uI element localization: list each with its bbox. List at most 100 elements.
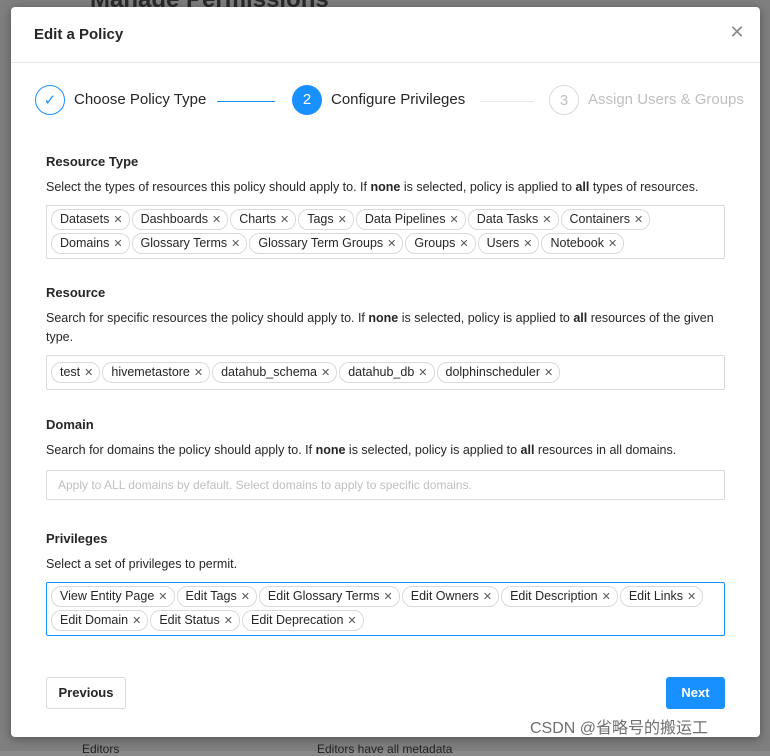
step-connector: [480, 101, 534, 102]
selected-tag: Edit Owners ✕: [401, 586, 500, 607]
selected-tag: Edit Links ✕: [619, 586, 704, 607]
selected-tag: dolphinscheduler ✕: [436, 362, 561, 383]
selected-tag: Containers ✕: [560, 209, 651, 230]
remove-tag-icon[interactable]: ✕: [449, 211, 458, 230]
tag-label: View Entity Page: [60, 589, 155, 603]
selected-tag: Notebook ✕: [541, 233, 625, 254]
step-connector: [217, 101, 275, 102]
domain-select[interactable]: Apply to ALL domains by default. Select …: [46, 470, 725, 500]
step-2-label: Configure Privileges: [331, 91, 466, 108]
remove-tag-icon[interactable]: ✕: [280, 211, 289, 230]
tag-label: Dashboards: [140, 212, 208, 226]
step-1-label[interactable]: Choose Policy Type: [74, 91, 206, 108]
selected-tag: Charts ✕: [230, 209, 297, 230]
previous-button[interactable]: Previous: [46, 677, 126, 709]
resource-select[interactable]: test ✕ hivemetastore ✕ datahub_schema ✕ datahu…: [46, 355, 725, 390]
privileges-description: Select a set of privileges to permit.: [46, 557, 238, 571]
selected-tag: Edit Status ✕: [150, 610, 240, 631]
tag-label: test: [60, 365, 81, 379]
remove-tag-icon[interactable]: ✕: [84, 364, 93, 383]
remove-tag-icon[interactable]: ✕: [387, 235, 396, 254]
remove-tag-icon[interactable]: ✕: [338, 211, 347, 230]
remove-tag-icon[interactable]: ✕: [542, 211, 551, 230]
remove-tag-icon[interactable]: ✕: [523, 235, 532, 254]
background-row-label: Editors: [82, 742, 120, 756]
tag-label: Containers: [569, 212, 630, 226]
tag-label: Edit Status: [159, 613, 220, 627]
remove-tag-icon[interactable]: ✕: [113, 211, 122, 230]
selected-tag: Edit Domain ✕: [51, 610, 149, 631]
next-button[interactable]: Next: [666, 677, 725, 709]
selected-tag: test ✕: [51, 362, 101, 383]
tag-label: dolphinscheduler: [445, 365, 541, 379]
remove-tag-icon[interactable]: ✕: [241, 588, 250, 607]
selected-tag: Domains ✕: [51, 233, 130, 254]
tag-label: Edit Deprecation: [250, 613, 344, 627]
tag-label: Data Tasks: [476, 212, 539, 226]
step-3-number: 3: [549, 85, 579, 115]
tag-label: Tags: [307, 212, 334, 226]
remove-tag-icon[interactable]: ✕: [224, 612, 233, 631]
remove-tag-icon[interactable]: ✕: [687, 588, 696, 607]
tag-label: Groups: [414, 236, 456, 250]
tag-label: Charts: [239, 212, 277, 226]
tag-label: Edit Owners: [410, 589, 479, 603]
remove-tag-icon[interactable]: ✕: [158, 588, 167, 607]
selected-tag: Edit Deprecation ✕: [241, 610, 364, 631]
domain-title: Domain: [46, 417, 94, 432]
tag-label: Notebook: [550, 236, 604, 250]
tag-label: Domains: [60, 236, 110, 250]
remove-tag-icon[interactable]: ✕: [321, 364, 330, 383]
policy-steps: ✓ Choose Policy Type 2 Configure Privile…: [35, 85, 755, 119]
remove-tag-icon[interactable]: ✕: [194, 364, 203, 383]
remove-tag-icon[interactable]: ✕: [602, 588, 611, 607]
remove-tag-icon[interactable]: ✕: [608, 235, 617, 254]
tag-label: Data Pipelines: [364, 212, 446, 226]
remove-tag-icon[interactable]: ✕: [544, 364, 553, 383]
tag-label: Datasets: [60, 212, 110, 226]
remove-tag-icon[interactable]: ✕: [418, 364, 427, 383]
remove-tag-icon[interactable]: ✕: [212, 211, 221, 230]
tag-label: Users: [486, 236, 520, 250]
watermark-text: CSDN @省略号的搬运工: [530, 720, 709, 737]
selected-tag: View Entity Page ✕: [51, 586, 175, 607]
remove-tag-icon[interactable]: ✕: [231, 235, 240, 254]
remove-tag-icon[interactable]: ✕: [459, 235, 468, 254]
tag-label: datahub_db: [348, 365, 415, 379]
selected-tag: datahub_schema ✕: [212, 362, 338, 383]
close-icon[interactable]: ✕: [728, 23, 746, 41]
remove-tag-icon[interactable]: ✕: [634, 211, 643, 230]
step-2-number: 2: [292, 85, 322, 115]
resource-type-select[interactable]: Datasets ✕ Dashboards ✕ Charts ✕ Tags ✕ Data Pip…: [46, 205, 725, 259]
step-1-check-icon[interactable]: ✓: [35, 85, 65, 115]
tag-label: Glossary Term Groups: [258, 236, 384, 250]
tag-label: hivemetastore: [111, 365, 190, 379]
remove-tag-icon[interactable]: ✕: [384, 588, 393, 607]
resource-description: Search for specific resources the policy…: [46, 311, 714, 344]
privileges-section: Privileges Select a set of privileges to…: [46, 531, 725, 636]
privileges-select[interactable]: View Entity Page ✕ Edit Tags ✕ Edit Glossary…: [46, 582, 725, 636]
remove-tag-icon[interactable]: ✕: [113, 235, 122, 254]
tag-label: Edit Tags: [185, 589, 237, 603]
tag-label: Glossary Terms: [140, 236, 228, 250]
remove-tag-icon[interactable]: ✕: [347, 612, 356, 631]
selected-tag: Data Tasks ✕: [467, 209, 559, 230]
remove-tag-icon[interactable]: ✕: [132, 612, 141, 631]
domain-description: Search for domains the policy should app…: [46, 443, 677, 457]
tag-label: Edit Glossary Terms: [267, 589, 380, 603]
selected-tag: Groups ✕: [405, 233, 476, 254]
selected-tag: hivemetastore ✕: [102, 362, 211, 383]
tag-label: datahub_schema: [221, 365, 318, 379]
selected-tag: Datasets ✕: [51, 209, 130, 230]
edit-policy-modal: Edit a Policy ✕ ✓ Choose Policy Type 2 C…: [11, 7, 760, 737]
selected-tag: Edit Tags ✕: [176, 586, 257, 607]
selected-tag: Dashboards ✕: [131, 209, 229, 230]
background-row-desc: Editors have all metadata: [317, 742, 453, 756]
tag-label: Edit Links: [628, 589, 684, 603]
remove-tag-icon[interactable]: ✕: [483, 588, 492, 607]
selected-tag: Data Pipelines ✕: [355, 209, 466, 230]
resource-type-title: Resource Type: [46, 154, 139, 169]
resource-section: Resource Search for specific resources t…: [46, 285, 725, 390]
tag-label: Edit Description: [510, 589, 598, 603]
step-3-label: Assign Users & Groups: [588, 91, 744, 108]
